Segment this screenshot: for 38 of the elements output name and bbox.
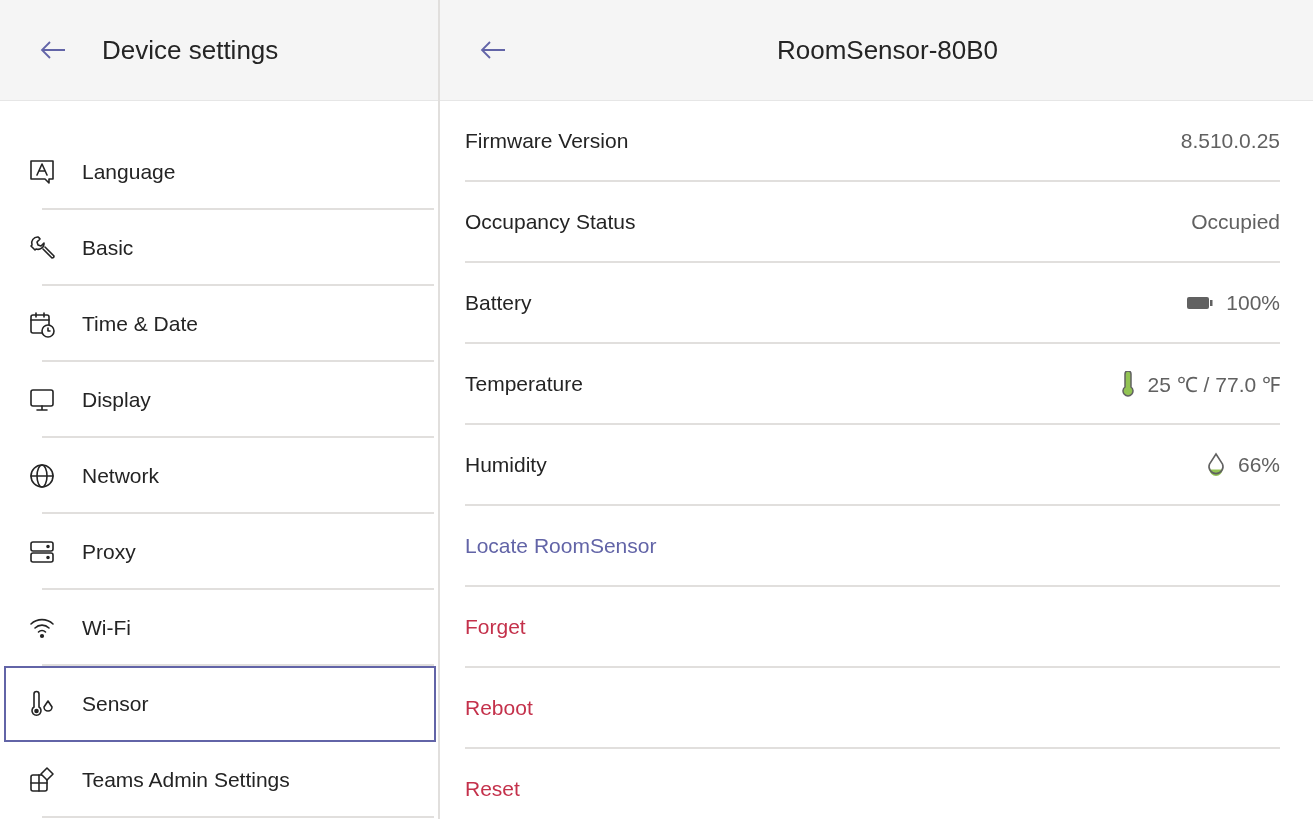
thermometer-drop-icon (28, 690, 56, 718)
speech-bubble-icon (28, 158, 56, 186)
grid-squares-icon (28, 766, 56, 794)
device-title: RoomSensor-80B0 (775, 34, 1000, 66)
settings-item[interactable]: Proxy (4, 514, 436, 590)
settings-item[interactable]: Display (4, 362, 436, 438)
field-value: 100% (1226, 290, 1280, 315)
field-value: 8.510.0.25 (1180, 128, 1280, 153)
field-label: Occupancy Status (465, 209, 636, 234)
field-label: Temperature (465, 371, 583, 396)
monitor-icon (28, 386, 56, 414)
action-link[interactable]: Reboot (465, 695, 533, 720)
action-link[interactable]: Locate RoomSensor (465, 533, 657, 558)
settings-item[interactable]: Basic (4, 210, 436, 286)
settings-item[interactable]: Wi-Fi (4, 590, 436, 666)
globe-icon (28, 462, 56, 490)
back-button[interactable] (40, 40, 66, 60)
back-button[interactable] (480, 40, 506, 60)
settings-item[interactable]: Language (4, 134, 436, 210)
action-link[interactable]: Reset (465, 776, 520, 801)
field-value: 66% (1237, 452, 1280, 477)
calendar-clock-icon (28, 310, 56, 338)
battery-icon (1186, 294, 1215, 311)
field-label: Battery (465, 290, 532, 315)
settings-item[interactable]: Sensor (4, 666, 436, 742)
settings-item[interactable]: Teams Admin Settings (4, 742, 436, 818)
settings-item[interactable]: Network (4, 438, 436, 514)
panel-title: Device settings (102, 34, 279, 66)
wrench-icon (28, 234, 56, 262)
field-value: Occupied (1191, 209, 1280, 234)
server-icon (28, 538, 56, 566)
field-label: Humidity (465, 452, 547, 477)
action-link[interactable]: Forget (465, 614, 526, 639)
field-value: 25 ℃ / 77.0 ℉ (1147, 371, 1280, 398)
water-drop-icon (1205, 451, 1226, 478)
thermometer-icon (1119, 370, 1136, 397)
field-label: Firmware Version (465, 128, 629, 153)
settings-item[interactable]: Time & Date (4, 286, 436, 362)
